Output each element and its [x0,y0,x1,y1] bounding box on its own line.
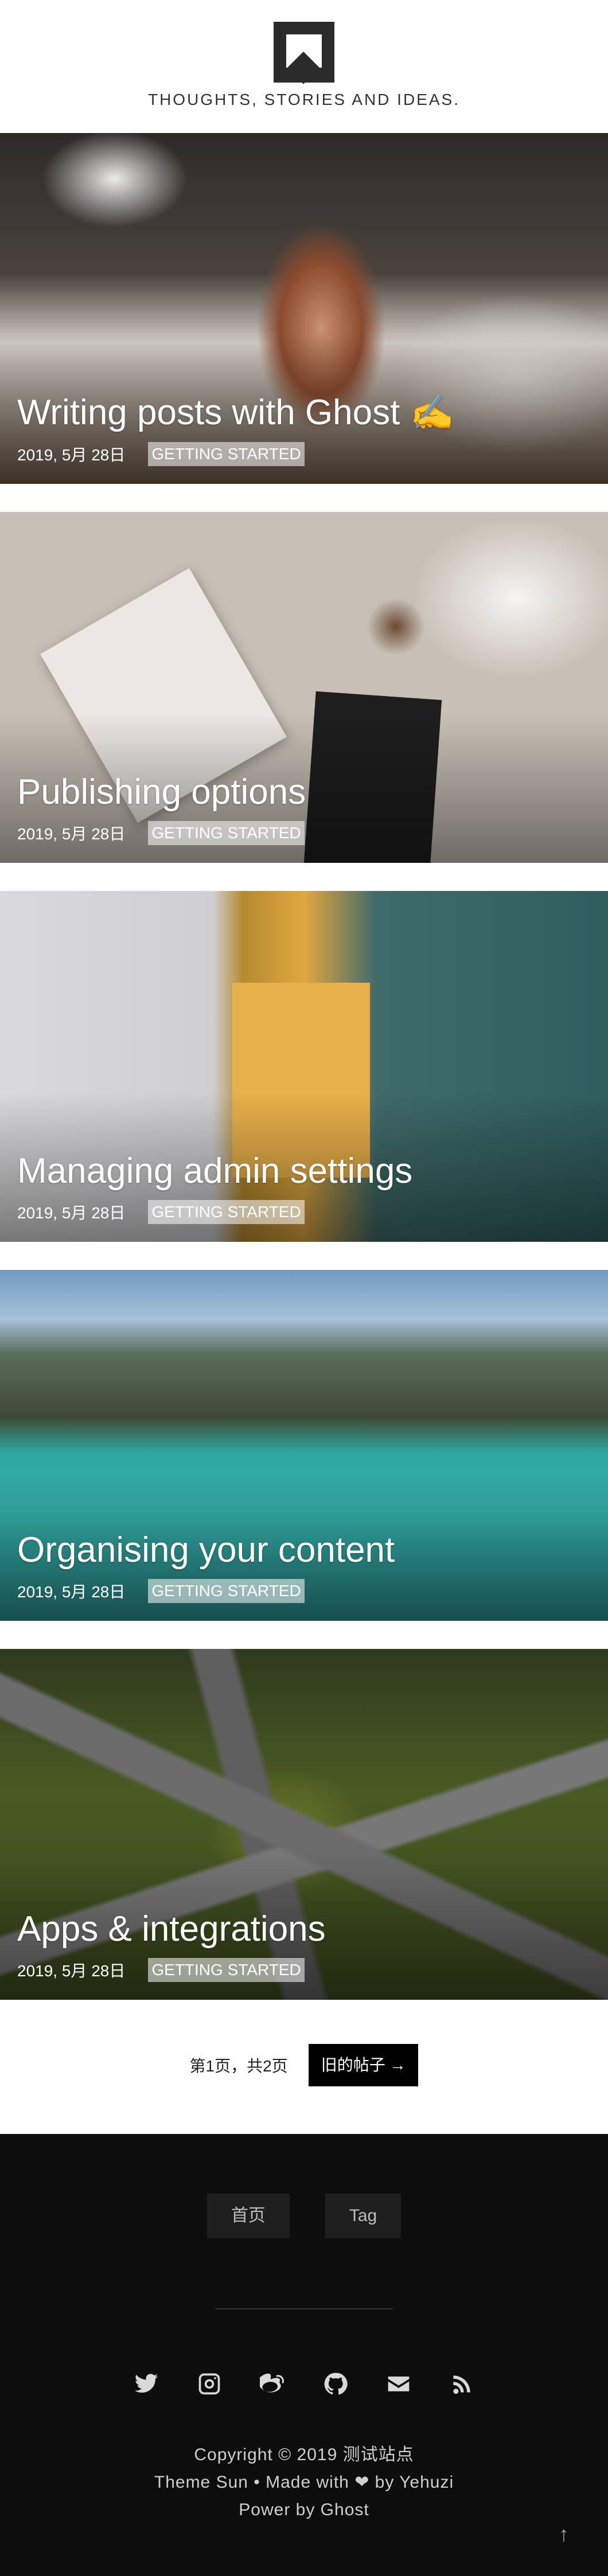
site-header: THOUGHTS, STORIES AND IDEAS. [0,0,608,133]
post-card[interactable]: Managing admin settings 2019, 5月 28日 GET… [0,891,608,1242]
post-tag[interactable]: GETTING STARTED [148,442,305,466]
copyright-text: Copyright © 2019 测试站点 [194,2445,414,2464]
older-posts-button[interactable]: 旧的帖子 → [308,2044,419,2086]
post-tag[interactable]: GETTING STARTED [148,1579,305,1603]
footer-divider [215,2308,393,2309]
post-date: 2019, 5月 28日 [17,825,126,843]
twitter-icon[interactable] [132,2370,160,2398]
nav-home-button[interactable]: 首页 [206,2194,290,2238]
theme-credit: Theme Sun • Made with ❤ by Yehuzi [154,2473,454,2492]
post-meta: 2019, 5月 28日 GETTING STARTED [17,1578,305,1604]
post-tag[interactable]: GETTING STARTED [148,821,305,845]
nav-tag-button[interactable]: Tag [325,2194,402,2238]
post-title[interactable]: Apps & integrations [17,1909,326,1949]
post-card[interactable]: Writing posts with Ghost ✍️ 2019, 5月 28日… [0,133,608,484]
post-tag[interactable]: GETTING STARTED [148,1958,305,1982]
social-links [0,2370,608,2398]
post-meta: 2019, 5月 28日 GETTING STARTED [17,1957,305,1983]
post-tag[interactable]: GETTING STARTED [148,1200,305,1224]
post-meta: 2019, 5月 28日 GETTING STARTED [17,441,305,467]
weibo-icon[interactable] [259,2370,286,2398]
post-date: 2019, 5月 28日 [17,446,126,464]
back-to-top-button[interactable]: ↑ [559,2522,569,2546]
post-card[interactable]: Publishing options 2019, 5月 28日 GETTING … [0,512,608,863]
site-logo[interactable] [274,22,334,84]
post-meta: 2019, 5月 28日 GETTING STARTED [17,820,305,846]
post-date: 2019, 5月 28日 [17,1962,126,1980]
rss-icon[interactable] [448,2370,476,2398]
post-date: 2019, 5月 28日 [17,1204,126,1222]
post-card[interactable]: Organising your content 2019, 5月 28日 GET… [0,1270,608,1621]
site-footer: 首页 Tag Copyright © 2019 测试站点 Theme Sun •… [0,2134,608,2576]
post-title[interactable]: Organising your content [17,1530,395,1570]
footer-nav: 首页 Tag [0,2194,608,2238]
page-number: 第1页，共2页 [189,2057,288,2075]
post-card[interactable]: Apps & integrations 2019, 5月 28日 GETTING… [0,1649,608,2000]
footer-credits: Copyright © 2019 测试站点 Theme Sun • Made w… [0,2441,608,2524]
powered-by: Power by Ghost [239,2500,369,2519]
post-title[interactable]: Publishing options [17,772,306,812]
post-title[interactable]: Writing posts with Ghost ✍️ [17,392,454,433]
email-icon[interactable] [385,2370,412,2398]
post-date: 2019, 5月 28日 [17,1583,126,1601]
github-icon[interactable] [322,2370,349,2398]
post-title[interactable]: Managing admin settings [17,1151,412,1191]
post-meta: 2019, 5月 28日 GETTING STARTED [17,1199,305,1225]
instagram-icon[interactable] [196,2370,223,2398]
pagination: 第1页，共2页 旧的帖子 → [0,2031,608,2100]
site-description: THOUGHTS, STORIES AND IDEAS. [147,91,460,108]
